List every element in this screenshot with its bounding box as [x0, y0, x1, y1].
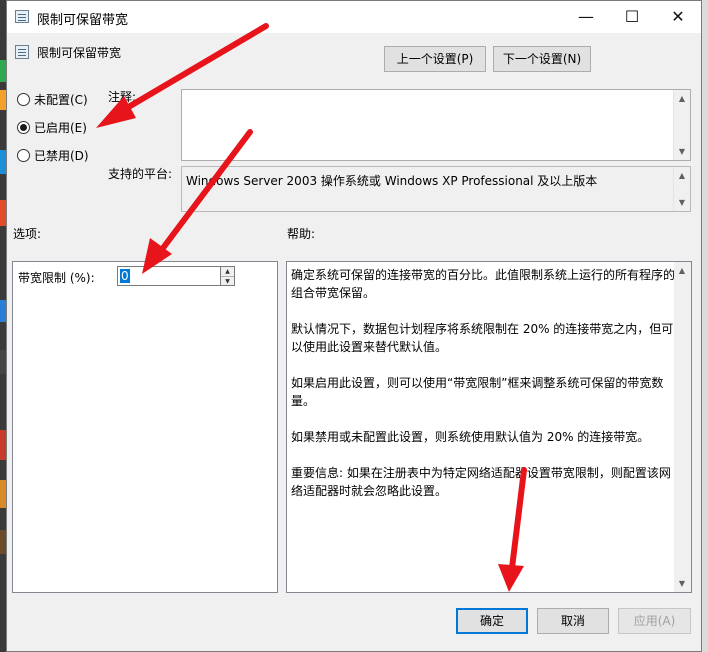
help-scrollbar[interactable]: ▲ ▼ [674, 262, 691, 592]
close-button[interactable]: ✕ [655, 1, 701, 33]
prev-setting-button[interactable]: 上一个设置(P) [384, 46, 486, 72]
comment-textarea[interactable]: ▲ ▼ [181, 89, 691, 161]
help-text: 确定系统可保留的连接带宽的百分比。此值限制系统上运行的所有程序的组合带宽保留。 … [291, 268, 676, 498]
radio-label: 已启用(E) [34, 120, 87, 135]
minimize-button[interactable]: — [563, 1, 609, 33]
bandwidth-limit-label: 带宽限制 (%): [18, 271, 95, 285]
radio-label: 未配置(C) [34, 92, 88, 107]
scroll-up-icon[interactable]: ▲ [674, 167, 690, 184]
radio-not-configured[interactable]: 未配置(C) [17, 90, 88, 108]
platform-scrollbar[interactable]: ▲ ▼ [673, 167, 690, 211]
bandwidth-value: 0 [120, 269, 130, 283]
help-panel: 确定系统可保留的连接带宽的百分比。此值限制系统上运行的所有程序的组合带宽保留。 … [286, 261, 692, 593]
next-setting-button[interactable]: 下一个设置(N) [493, 46, 591, 72]
policy-icon [15, 10, 29, 23]
setting-icon [15, 45, 29, 59]
radio-enabled[interactable]: 已启用(E) [17, 118, 87, 136]
bandwidth-input[interactable]: 0 [117, 266, 221, 286]
ok-button[interactable]: 确定 [456, 608, 528, 634]
spin-up-icon[interactable]: ▲ [221, 267, 234, 276]
cancel-button[interactable]: 取消 [537, 608, 609, 634]
radio-disabled[interactable]: 已禁用(D) [17, 146, 89, 164]
options-panel: 带宽限制 (%): 0 ▲ ▼ [12, 261, 278, 593]
scroll-down-icon[interactable]: ▼ [674, 143, 690, 160]
comment-label: 注释: [108, 90, 137, 104]
radio-circle[interactable] [17, 120, 30, 134]
platform-label: 支持的平台: [108, 167, 173, 181]
radio-label: 已禁用(D) [34, 148, 89, 163]
setting-title: 限制可保留带宽 [37, 46, 122, 60]
scroll-down-icon[interactable]: ▼ [674, 194, 690, 211]
scroll-up-icon[interactable]: ▲ [674, 262, 690, 279]
scroll-up-icon[interactable]: ▲ [674, 90, 690, 107]
title-bar: 限制可保留带宽 — ☐ ✕ [7, 1, 701, 33]
policy-dialog: 限制可保留带宽 — ☐ ✕ 限制可保留带宽 上一个设置(P) 下一个设置(N) … [6, 0, 702, 652]
help-heading: 帮助: [287, 227, 316, 241]
platform-value: Windows Server 2003 操作系统或 Windows XP Pro… [186, 174, 598, 188]
options-heading: 选项: [13, 227, 42, 241]
apply-button[interactable]: 应用(A) [618, 608, 691, 634]
radio-circle[interactable] [17, 92, 30, 106]
window-title: 限制可保留带宽 [37, 13, 129, 28]
spin-down-icon[interactable]: ▼ [221, 276, 234, 285]
maximize-button[interactable]: ☐ [609, 1, 655, 33]
comment-scrollbar[interactable]: ▲ ▼ [673, 90, 690, 160]
bandwidth-spinner[interactable]: ▲ ▼ [221, 266, 235, 286]
platform-box: Windows Server 2003 操作系统或 Windows XP Pro… [181, 166, 691, 212]
scroll-down-icon[interactable]: ▼ [674, 575, 690, 592]
radio-circle[interactable] [17, 148, 30, 162]
